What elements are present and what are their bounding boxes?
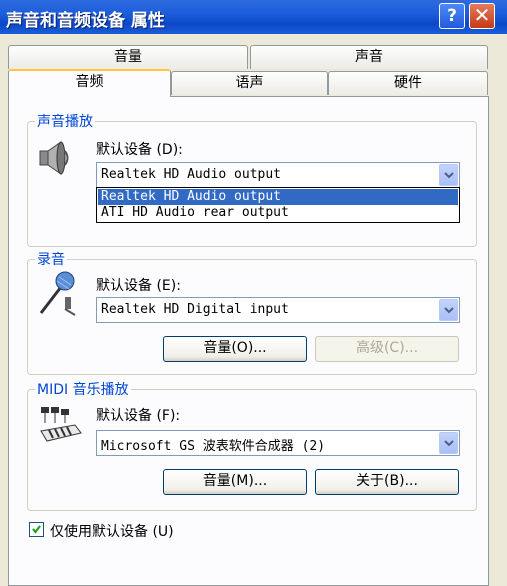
tab-sounds[interactable]: 声音: [250, 45, 488, 69]
playback-group-label: 声音播放: [35, 111, 95, 131]
only-default-label[interactable]: 仅使用默认设备 (U): [50, 521, 174, 541]
midi-device-select[interactable]: Microsoft GS 波表软件合成器 (2): [96, 430, 460, 456]
playback-device-select[interactable]: Realtek HD Audio output: [96, 162, 460, 188]
help-button[interactable]: ?: [439, 3, 465, 29]
recording-device-value: Realtek HD Digital input: [101, 302, 289, 317]
audio-tab-panel: 声音播放 默认设备 (D): Realtek HD Audio output 录…: [8, 96, 489, 586]
close-button[interactable]: ✕: [469, 3, 495, 29]
midi-device-value: Microsoft GS 波表软件合成器 (2): [101, 439, 326, 454]
midi-about-button[interactable]: 关于(B)...: [315, 469, 459, 495]
dropdown-arrow-icon[interactable]: [439, 432, 458, 454]
midi-keyboard-icon: [39, 405, 83, 451]
tab-hardware[interactable]: 硬件: [328, 71, 488, 95]
playback-device-value: Realtek HD Audio output: [101, 167, 282, 182]
only-default-checkbox[interactable]: [29, 522, 44, 537]
playback-device-dropdown-list[interactable]: Realtek HD Audio output ATI HD Audio rea…: [96, 187, 460, 223]
midi-volume-button[interactable]: 音量(M)...: [163, 469, 307, 495]
tab-voice[interactable]: 语声: [171, 71, 328, 95]
microphone-icon: [35, 269, 79, 323]
midi-group-label: MIDI 音乐播放: [35, 379, 131, 399]
dialog-body: 音量 声音 音频 语声 硬件 声音播放 默认设备 (D): Realtek HD…: [0, 34, 507, 586]
title-bar[interactable]: 声音和音频设备 属性 ? ✕: [0, 0, 507, 34]
recording-group-label: 录音: [35, 249, 67, 269]
dropdown-option-selected[interactable]: Realtek HD Audio output: [98, 189, 458, 205]
tab-volume[interactable]: 音量: [8, 45, 248, 69]
midi-default-label: 默认设备 (F):: [96, 408, 181, 424]
playback-default-label: 默认设备 (D):: [96, 142, 183, 158]
checkmark-icon: [32, 525, 41, 534]
window-title: 声音和音频设备 属性: [6, 11, 165, 31]
recording-volume-button[interactable]: 音量(O)...: [163, 336, 307, 362]
dropdown-option[interactable]: ATI HD Audio rear output: [98, 205, 458, 221]
recording-advanced-button[interactable]: 高级(C)...: [315, 336, 459, 362]
recording-default-label: 默认设备 (E):: [96, 278, 181, 294]
dropdown-arrow-icon[interactable]: [439, 299, 458, 321]
dropdown-arrow-icon[interactable]: [439, 164, 458, 186]
recording-device-select[interactable]: Realtek HD Digital input: [96, 297, 460, 323]
speaker-icon: [37, 139, 73, 183]
tab-audio[interactable]: 音频: [8, 69, 171, 97]
